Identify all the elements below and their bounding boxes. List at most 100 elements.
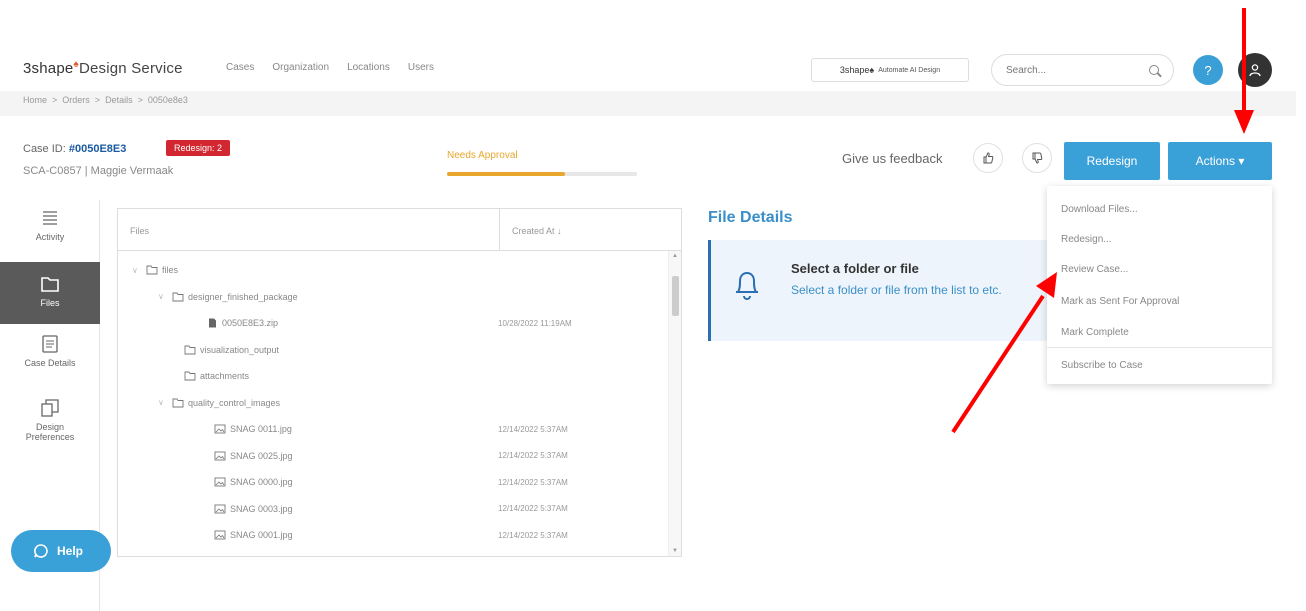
file-name-cell: visualization_output (184, 345, 279, 355)
table-row[interactable]: 0050E8E3.zip 10/28/2022 11:19AM (118, 310, 668, 336)
breadcrumb-case: 0050e8e3 (147, 95, 188, 105)
sidebar-item-case-details[interactable]: Case Details (0, 334, 100, 384)
help-button[interactable]: Help (11, 530, 111, 572)
case-subtitle: SCA-C0857 | Maggie Vermaak (23, 165, 174, 177)
table-row[interactable]: ∨ files (118, 257, 668, 283)
file-name-cell: SNAG 0011.jpg (214, 424, 292, 434)
file-name-cell: 0050E8E3.zip (206, 318, 278, 328)
file-name[interactable]: SNAG 0025.jpg (230, 451, 293, 461)
nav-organization[interactable]: Organization (272, 62, 329, 73)
menu-item-subscribe-to-case[interactable]: Subscribe to Case (1061, 360, 1143, 371)
case-id: Case ID: #0050E8E3 (23, 143, 127, 155)
column-files[interactable]: Files (118, 209, 500, 250)
table-row[interactable]: visualization_output (118, 337, 668, 363)
search-box[interactable] (991, 54, 1174, 86)
folder-icon (172, 398, 184, 407)
files-table-body: ∨ files ∨ designer_finished_package 0050E8E3… (118, 251, 681, 556)
breadcrumb: Home > Orders > Details > 0050e8e3 (0, 91, 1296, 116)
file-name[interactable]: SNAG 0011.jpg (230, 424, 292, 434)
sidebar-item-activity[interactable]: Activity (0, 208, 100, 260)
image-file-icon (214, 530, 226, 540)
thumbs-up-icon[interactable] (973, 143, 1003, 173)
table-row[interactable]: attachments (118, 363, 668, 389)
table-row[interactable]: SNAG 0000.jpg 12/14/2022 5:37AM (118, 469, 668, 495)
created-at-cell: 12/14/2022 5:37AM (498, 451, 568, 460)
sidebar-item-design-preferences[interactable]: Design Preferences (0, 398, 100, 460)
nav-cases[interactable]: Cases (226, 62, 254, 73)
image-file-icon (214, 504, 226, 513)
chevron-down-icon[interactable]: ∨ (158, 398, 168, 407)
status-progress-fill (447, 172, 565, 176)
user-icon[interactable] (1238, 53, 1272, 87)
file-name[interactable]: attachments (200, 371, 249, 381)
actions-dropdown-menu: Download Files... Redesign... Review Cas… (1047, 186, 1272, 384)
file-name[interactable]: files (162, 265, 178, 275)
chat-icon (34, 544, 48, 558)
file-name[interactable]: visualization_output (200, 345, 279, 355)
actions-button[interactable]: Actions ▾ (1168, 142, 1272, 180)
main-nav: Cases Organization Locations Users (226, 62, 434, 73)
nav-users[interactable]: Users (408, 62, 434, 73)
brand-logo[interactable]: 3shape♠Design Service (23, 59, 183, 77)
menu-item-review-case[interactable]: Review Case... (1061, 264, 1128, 275)
file-name[interactable]: SNAG 0000.jpg (230, 477, 293, 487)
scroll-up-icon[interactable]: ▲ (672, 253, 678, 259)
chevron-down-icon[interactable]: ∨ (158, 292, 168, 301)
breadcrumb-orders[interactable]: Orders (62, 95, 90, 112)
feedback-label: Give us feedback (842, 151, 943, 166)
search-input[interactable] (1006, 64, 1146, 76)
files-table: Files Created At ↓ ∨ files ∨ designer_finis… (117, 208, 682, 557)
folder-icon (41, 277, 59, 292)
top-navbar: 3shape♠Design Service Cases Organization… (0, 45, 1306, 91)
nav-locations[interactable]: Locations (347, 62, 390, 73)
sidebar-item-files[interactable]: Files (0, 262, 100, 324)
help-icon[interactable]: ? (1193, 55, 1223, 85)
files-table-header: Files Created At ↓ (118, 209, 681, 251)
menu-item-redesign[interactable]: Redesign... (1061, 234, 1112, 245)
menu-item-mark-sent-for-approval[interactable]: Mark as Sent For Approval (1061, 296, 1179, 307)
document-icon (42, 335, 58, 353)
chevron-down-icon[interactable]: ∨ (132, 266, 142, 275)
created-at-cell: 12/14/2022 5:37AM (498, 424, 568, 434)
menu-item-download-files[interactable]: Download Files... (1061, 204, 1138, 215)
folder-icon (172, 292, 184, 301)
table-row[interactable]: SNAG 0001.jpg 12/14/2022 5:37AM (118, 522, 668, 548)
zip-file-icon (209, 318, 216, 328)
redesign-button[interactable]: Redesign (1064, 142, 1160, 180)
table-row[interactable]: SNAG 0011.jpg 12/14/2022 5:37AM (118, 416, 668, 442)
search-icon[interactable] (1149, 65, 1159, 75)
automate-ai-logo[interactable]: 3shape♠ Automate AI Design (811, 58, 969, 82)
folder-icon (184, 345, 196, 354)
file-name[interactable]: SNAG 0003.jpg (230, 504, 293, 514)
file-name[interactable]: quality_control_images (188, 398, 280, 408)
image-file-icon (214, 477, 226, 487)
menu-item-mark-complete[interactable]: Mark Complete (1061, 327, 1129, 338)
created-at-cell: 12/14/2022 5:37AM (498, 504, 568, 513)
breadcrumb-separator: > (52, 95, 58, 105)
scrollbar[interactable]: ▲ ▼ (668, 251, 681, 556)
file-name-cell: ∨ quality_control_images (158, 398, 280, 408)
breadcrumb-details[interactable]: Details (105, 95, 133, 112)
file-name[interactable]: SNAG 0001.jpg (230, 530, 293, 540)
file-name-cell: SNAG 0003.jpg (214, 504, 293, 514)
thumbs-down-icon[interactable] (1022, 143, 1052, 173)
menu-divider (1047, 347, 1272, 348)
file-details-text: Select a folder or file from the list to… (791, 283, 1002, 297)
scroll-down-icon[interactable]: ▼ (672, 548, 678, 554)
created-at-cell: 12/14/2022 5:37AM (498, 530, 568, 540)
table-row[interactable]: ∨ quality_control_images (118, 390, 668, 416)
table-row[interactable]: ∨ designer_finished_package (118, 284, 668, 310)
scrollbar-thumb[interactable] (672, 276, 679, 316)
bell-icon (736, 271, 758, 300)
file-details-title: File Details (708, 209, 793, 226)
column-created-at[interactable]: Created At ↓ (500, 209, 574, 250)
created-at-cell: 12/14/2022 5:37AM (498, 477, 568, 487)
table-row[interactable]: SNAG 0025.jpg 12/14/2022 5:37AM (118, 443, 668, 469)
breadcrumb-home[interactable]: Home (23, 95, 47, 112)
file-name[interactable]: designer_finished_package (188, 292, 298, 302)
file-name[interactable]: 0050E8E3.zip (222, 318, 278, 328)
file-name-cell: ∨ designer_finished_package (158, 292, 298, 302)
created-at-cell: 10/28/2022 11:19AM (498, 318, 572, 328)
table-row[interactable]: SNAG 0003.jpg 12/14/2022 5:37AM (118, 496, 668, 522)
file-name-cell: attachments (184, 371, 249, 381)
